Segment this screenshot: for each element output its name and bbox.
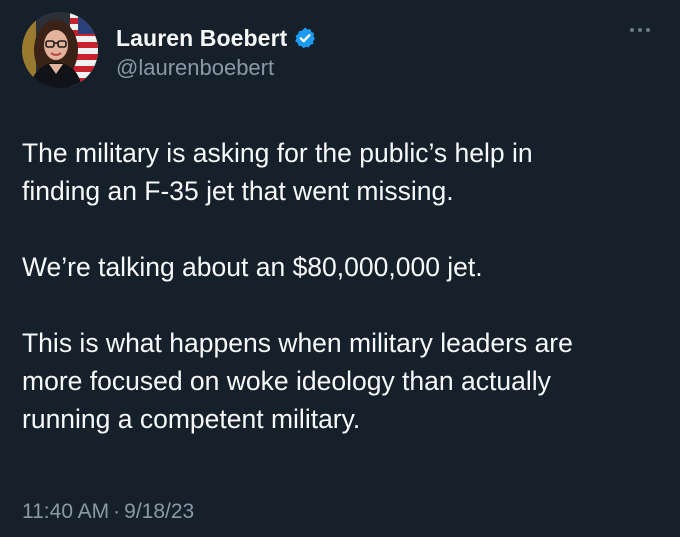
- tweet-line: We’re talking about an $80,000,000 jet.: [22, 252, 483, 282]
- more-options-icon[interactable]: [624, 20, 656, 40]
- tweet-card: Lauren Boebert @laurenboebert The milita…: [0, 0, 680, 537]
- tweet-date: 9/18/23: [124, 500, 195, 523]
- tweet-paragraph: This is what happens when military leade…: [22, 324, 662, 438]
- more-dot: [646, 28, 650, 32]
- tweet-time: 11:40 AM: [22, 500, 110, 523]
- tweet-header: Lauren Boebert @laurenboebert: [22, 12, 658, 92]
- verified-badge-icon: [293, 26, 317, 50]
- tweet-line: The military is asking for the public’s …: [22, 138, 533, 168]
- more-dot: [638, 28, 642, 32]
- tweet-line: running a competent military.: [22, 404, 361, 434]
- author-display-name[interactable]: Lauren Boebert: [116, 25, 287, 52]
- tweet-paragraph: We’re talking about an $80,000,000 jet.: [22, 248, 662, 286]
- avatar-image: [22, 12, 98, 88]
- tweet-line: finding an F-35 jet that went missing.: [22, 176, 454, 206]
- timestamp-separator: ·: [113, 500, 121, 523]
- tweet-line: This is what happens when military leade…: [22, 328, 573, 358]
- author-name-row: Lauren Boebert: [116, 23, 317, 53]
- tweet-line: more focused on woke ideology than actua…: [22, 366, 551, 396]
- more-dot: [630, 28, 634, 32]
- avatar[interactable]: [22, 12, 98, 88]
- tweet-paragraph: The military is asking for the public’s …: [22, 134, 662, 210]
- tweet-text: The military is asking for the public’s …: [22, 134, 662, 438]
- tweet-timestamp[interactable]: 11:40 AM · 9/18/23: [22, 500, 194, 524]
- author-handle[interactable]: @laurenboebert: [116, 55, 274, 81]
